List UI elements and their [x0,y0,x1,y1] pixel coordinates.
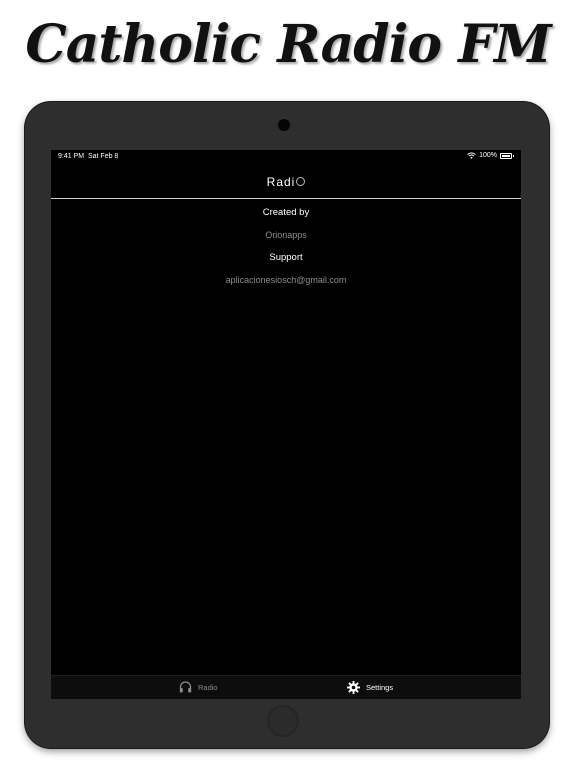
tab-settings-label: Settings [366,683,394,692]
battery-icon [500,152,514,159]
gear-icon [347,681,360,694]
headphones-icon [179,681,192,693]
created-by-label: Created by [262,207,310,218]
status-date: Sat Feb 8 [87,153,119,160]
app-screen: 9:41 PM Sat Feb 8 100% Radi Created by O… [51,150,521,699]
home-button[interactable] [267,705,299,737]
tab-settings[interactable]: Settings [347,681,393,694]
status-clock: 9:41 PM [58,153,85,160]
navigation-bar: Radi [51,164,521,199]
created-by-value[interactable]: Orionapps [51,230,521,240]
status-time: 9:41 PM Sat Feb 8 [58,153,118,160]
tab-bar: Radio Settings [51,675,521,699]
nav-title: Radi [51,175,521,189]
status-bar: 9:41 PM Sat Feb 8 100% [51,150,521,164]
battery-percent: 100% [479,152,497,159]
tab-radio-label: Radio [198,682,218,692]
promo-title: Catholic Radio FM [25,14,551,75]
tablet-frame: 9:41 PM Sat Feb 8 100% Radi Created by O… [25,102,549,748]
tab-radio[interactable]: Radio [179,681,218,693]
nav-title-text: Radi [266,175,296,189]
wifi-icon [467,152,476,159]
support-email-link[interactable]: aplicacionesiosch@gmail.com [51,275,521,285]
radio-logo-icon [296,177,306,187]
status-indicators: 100% [467,152,514,159]
support-label: Support [269,252,303,263]
camera-dot [278,119,290,131]
